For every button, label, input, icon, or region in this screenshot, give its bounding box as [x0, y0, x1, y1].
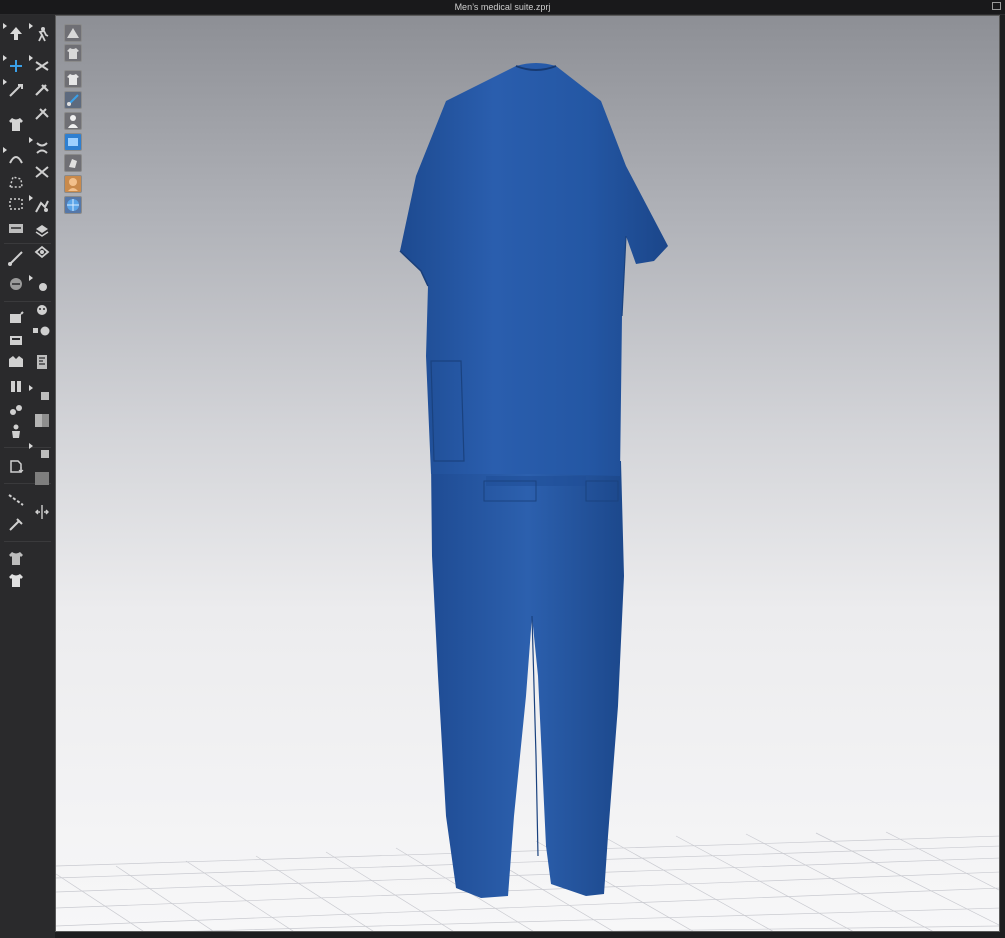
zipper-icon[interactable]: [29, 137, 52, 157]
right-frame: [1000, 15, 1005, 938]
puckering-icon[interactable]: [32, 221, 52, 239]
pattern-pieces-icon[interactable]: [64, 70, 82, 88]
fabric-icon[interactable]: [6, 515, 26, 533]
skin-tone-icon[interactable]: [64, 175, 82, 193]
layer-2-icon[interactable]: [6, 571, 26, 589]
polygon-icon[interactable]: [6, 173, 26, 191]
show-garment-icon[interactable]: [64, 44, 82, 62]
edit-curvature-icon[interactable]: [3, 147, 26, 167]
arrangement-icon[interactable]: [29, 55, 52, 75]
fold-arrangement-icon[interactable]: [32, 81, 52, 99]
folding-icon[interactable]: [6, 249, 26, 267]
fabric-swatch-icon[interactable]: [29, 385, 52, 405]
title-bar: Men’s medical suite.zprj: [0, 0, 1005, 15]
render-icon[interactable]: [64, 154, 82, 172]
simulation-icon[interactable]: [29, 23, 52, 43]
tool-palette: [0, 15, 55, 938]
measure-icon[interactable]: [32, 353, 52, 371]
3d-viewport[interactable]: [55, 15, 1000, 932]
tack-icon[interactable]: [6, 353, 26, 371]
rectangle-icon[interactable]: [6, 195, 26, 213]
lock-button-icon[interactable]: [32, 321, 52, 339]
internal-line-icon[interactable]: [6, 219, 26, 237]
elastic-icon[interactable]: [29, 195, 52, 215]
topstitch-icon[interactable]: [6, 491, 26, 509]
flip-normal-icon[interactable]: [32, 503, 52, 521]
avatar-measure-icon[interactable]: [6, 423, 26, 441]
sewing-icon[interactable]: [6, 309, 26, 327]
texture-view-icon[interactable]: [64, 133, 82, 151]
bottom-frame: [55, 932, 1000, 938]
graphic-icon[interactable]: [29, 275, 52, 295]
button-icon[interactable]: [6, 401, 26, 419]
shrinkage-icon[interactable]: [32, 243, 52, 261]
strengthen-icon[interactable]: [32, 105, 52, 123]
pin-icon[interactable]: [6, 331, 26, 349]
restore-window-icon[interactable]: [992, 2, 1001, 10]
edit-pattern-icon[interactable]: [3, 79, 26, 99]
avatar-silhouette-icon[interactable]: [64, 112, 82, 130]
window-title: Men’s medical suite.zprj: [454, 2, 551, 12]
button-hole-icon[interactable]: [32, 301, 52, 319]
fabric-swatch-2-icon[interactable]: [32, 411, 52, 429]
strain-map-icon[interactable]: [64, 91, 82, 109]
select-move-icon[interactable]: [3, 23, 26, 43]
fabric-swatch-4-icon[interactable]: [32, 469, 52, 487]
show-avatar-icon[interactable]: [64, 24, 82, 42]
texture-edit-icon[interactable]: [6, 457, 26, 475]
fabric-swatch-3-icon[interactable]: [29, 443, 52, 463]
transform-gizmo-icon[interactable]: [3, 55, 26, 75]
layer-icon[interactable]: [6, 549, 26, 567]
trim-icon[interactable]: [6, 377, 26, 395]
garment-3d-model[interactable]: [386, 56, 686, 906]
seam-line-icon[interactable]: [6, 275, 26, 293]
world-grid-icon[interactable]: [64, 196, 82, 214]
garment-fit-icon[interactable]: [6, 115, 26, 133]
tape-icon[interactable]: [32, 163, 52, 181]
